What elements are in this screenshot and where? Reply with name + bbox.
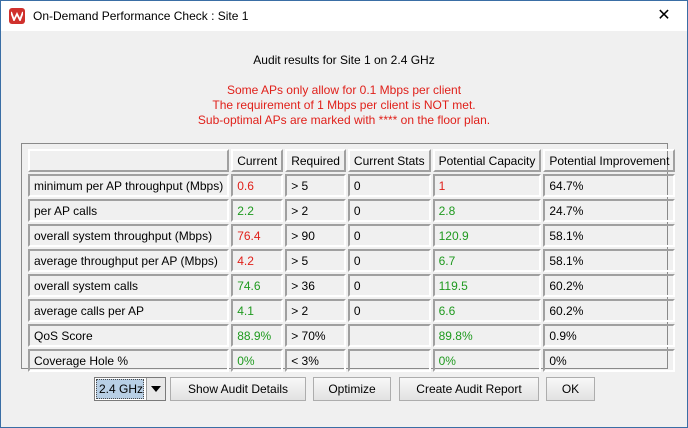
title-bar[interactable]: On-Demand Performance Check : Site 1 ✕ — [1, 1, 687, 31]
table-cell: 0% — [543, 349, 676, 372]
table-cell: 0 — [347, 224, 431, 247]
column-header: Current — [231, 149, 284, 172]
table-cell: > 90 — [285, 224, 346, 247]
table-row: minimum per AP throughput (Mbps) 0.6 > 501… — [28, 174, 676, 197]
table-row: overall system throughput (Mbps) 76.4 > 90… — [28, 224, 676, 247]
table-cell: > 36 — [285, 274, 346, 297]
column-header: Current Stats — [347, 149, 431, 172]
table-cell: 89.8% — [432, 324, 542, 347]
dialog-window: On-Demand Performance Check : Site 1 ✕ A… — [0, 0, 688, 428]
table-cell: 119.5 — [432, 274, 542, 297]
metric-label-cell: QoS Score — [28, 324, 230, 347]
table-cell — [347, 324, 431, 347]
table-cell: > 70% — [285, 324, 346, 347]
table-cell: 0 — [347, 274, 431, 297]
table-cell: > 5 — [285, 174, 346, 197]
table-row: per AP calls 2.2 > 2 0 2.8 24.7% — [28, 199, 676, 222]
metric-label-cell: minimum per AP throughput (Mbps) — [28, 174, 230, 197]
show-audit-details-button[interactable]: Show Audit Details — [170, 377, 306, 401]
metric-label-cell: average calls per AP — [28, 299, 230, 322]
table-row: Coverage Hole % 0% < 3% 0% 0% — [28, 349, 676, 372]
create-audit-report-button[interactable]: Create Audit Report — [399, 377, 539, 401]
warning-line: Sub-optimal APs are marked with **** on … — [197, 113, 491, 127]
table-cell: 1 — [432, 174, 542, 197]
table-cell: 4.1 — [231, 299, 284, 322]
optimize-button[interactable]: Optimize — [313, 377, 391, 401]
table-row: average throughput per AP (Mbps) 4.2 > 506… — [28, 249, 676, 272]
table-cell: 0 — [347, 199, 431, 222]
warning-line: The requirement of 1 Mbps per client is … — [212, 98, 476, 112]
metric-label-cell: average throughput per AP (Mbps) — [28, 249, 230, 272]
table-cell: 2.2 — [231, 199, 284, 222]
table-cell: 60.2% — [543, 274, 676, 297]
app-logo-icon — [9, 8, 25, 24]
column-header: Potential Capacity — [432, 149, 542, 172]
table-row: overall system calls 74.6 > 36 0 119.5 60.2% — [28, 274, 676, 297]
window-title: On-Demand Performance Check : Site 1 — [33, 9, 249, 23]
band-select[interactable]: 2.4 GHz — [94, 377, 166, 401]
table-cell: 0.9% — [543, 324, 676, 347]
table-cell: 0 — [347, 299, 431, 322]
column-header: Required — [285, 149, 346, 172]
table-cell: 6.7 — [432, 249, 542, 272]
table-cell: 58.1% — [543, 224, 676, 247]
chevron-down-icon[interactable] — [146, 378, 165, 400]
column-header: Potential Improvement — [543, 149, 676, 172]
table-cell: 6.6 — [432, 299, 542, 322]
table-cell: 0% — [231, 349, 284, 372]
table-cell: 24.7% — [543, 199, 676, 222]
table-header-row: Current Required Current Stats Potential… — [28, 149, 676, 172]
table-cell: < 3% — [285, 349, 346, 372]
audit-heading: Audit results for Site 1 on 2.4 GHz — [253, 53, 435, 67]
table-cell: 76.4 — [231, 224, 284, 247]
table-cell: 64.7% — [543, 174, 676, 197]
metric-label-cell: overall system calls — [28, 274, 230, 297]
metric-label-cell: overall system throughput (Mbps) — [28, 224, 230, 247]
close-icon[interactable]: ✕ — [641, 1, 687, 31]
metric-label-cell: per AP calls — [28, 199, 230, 222]
dialog-content: Audit results for Site 1 on 2.4 GHz Some… — [1, 31, 687, 427]
table-cell: 0.6 — [231, 174, 284, 197]
table-cell: > 2 — [285, 199, 346, 222]
table-cell: 0 — [347, 174, 431, 197]
audit-results-table: Current Required Current Stats Potential… — [21, 143, 676, 372]
table-cell: 58.1% — [543, 249, 676, 272]
column-header — [28, 149, 230, 172]
ok-button[interactable]: OK — [546, 377, 595, 401]
table-row: QoS Score 88.9% > 70% 89.8% 0.9% — [28, 324, 676, 347]
metric-label-cell: Coverage Hole % — [28, 349, 230, 372]
warning-line: Some APs only allow for 0.1 Mbps per cli… — [226, 83, 462, 97]
table-cell: 2.8 — [432, 199, 542, 222]
table-cell: 88.9% — [231, 324, 284, 347]
table-cell: 74.6 — [231, 274, 284, 297]
table-cell: > 2 — [285, 299, 346, 322]
table-cell — [347, 349, 431, 372]
table-cell: 60.2% — [543, 299, 676, 322]
table-cell: 0% — [432, 349, 542, 372]
table-cell: 0 — [347, 249, 431, 272]
table-cell: 4.2 — [231, 249, 284, 272]
table-cell: 120.9 — [432, 224, 542, 247]
band-select-value: 2.4 GHz — [96, 379, 144, 399]
table-cell: > 5 — [285, 249, 346, 272]
table-row: average calls per AP 4.1 > 2 0 6.6 60.2% — [28, 299, 676, 322]
